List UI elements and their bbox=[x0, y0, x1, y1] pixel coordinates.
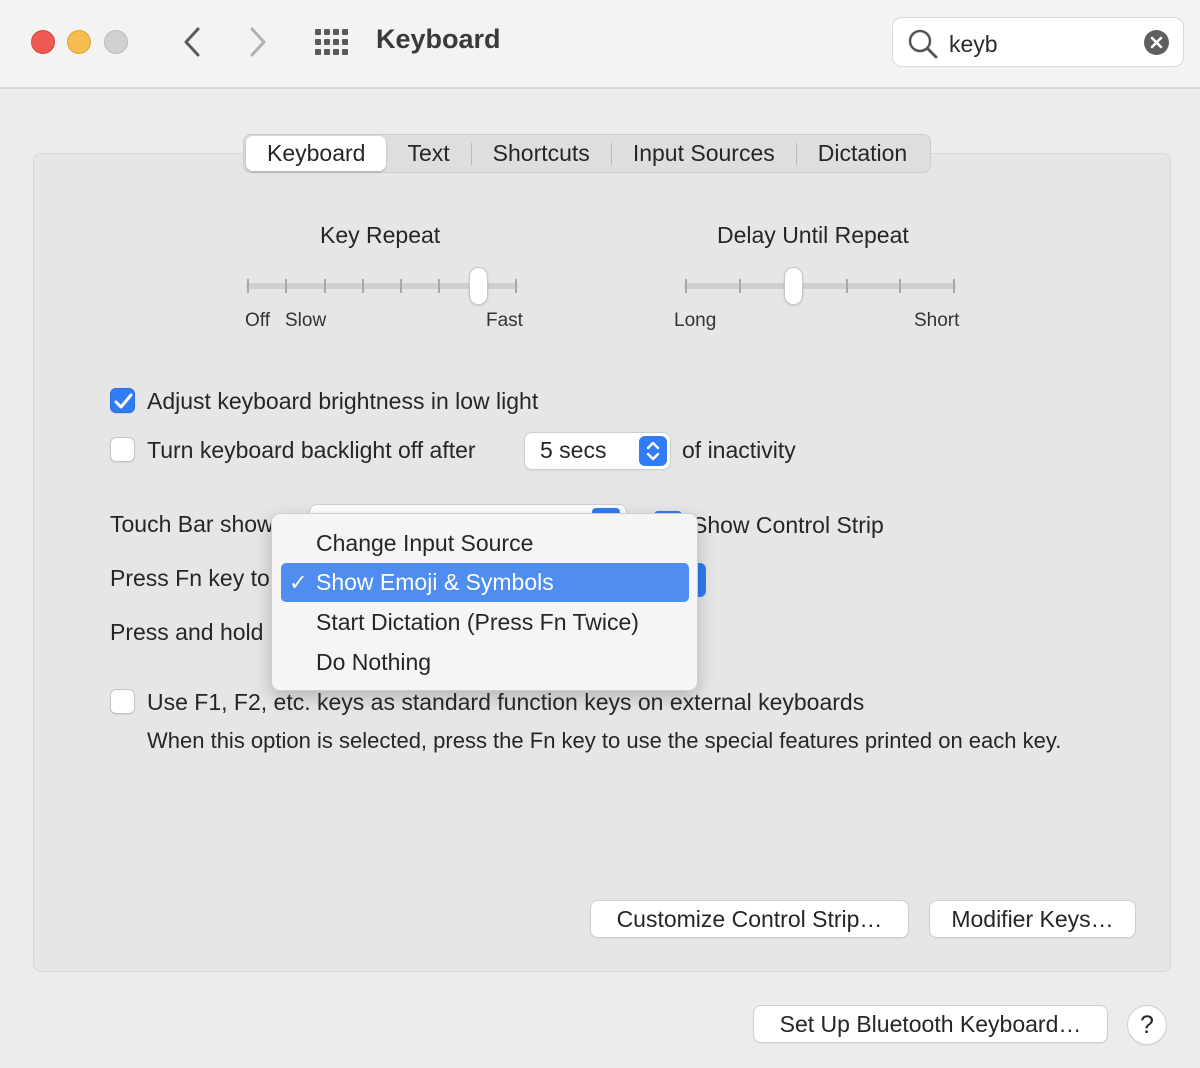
press-fn-key-label: Press Fn key to bbox=[110, 565, 270, 591]
clear-search-icon[interactable] bbox=[1144, 30, 1169, 55]
delay-until-repeat-track bbox=[684, 283, 956, 289]
function-keys-checkbox[interactable] bbox=[110, 689, 135, 714]
delay-until-repeat-tick bbox=[685, 279, 687, 293]
key-repeat-tick bbox=[247, 279, 249, 293]
delay-until-repeat-tick bbox=[845, 279, 848, 293]
back-button[interactable] bbox=[172, 22, 212, 62]
zoom-window-button[interactable] bbox=[104, 30, 128, 54]
tab-dictation[interactable]: Dictation bbox=[797, 136, 928, 171]
chevron-left-icon bbox=[184, 27, 200, 57]
show-all-preferences-button[interactable] bbox=[311, 24, 353, 60]
tab-input-sources[interactable]: Input Sources bbox=[612, 136, 796, 171]
customize-control-strip-button[interactable]: Customize Control Strip… bbox=[591, 901, 908, 937]
delay-until-repeat-knob[interactable] bbox=[785, 268, 803, 304]
menu-item-label: Show Emoji & Symbols bbox=[316, 569, 554, 595]
menu-item-do-nothing[interactable]: Do Nothing bbox=[281, 643, 689, 682]
close-window-button[interactable] bbox=[31, 30, 55, 54]
delay-until-repeat-title: Delay Until Repeat bbox=[717, 222, 909, 248]
popup-stepper bbox=[639, 436, 667, 466]
fn-key-action-menu: Change Input Source ✓ Show Emoji & Symbo… bbox=[271, 513, 698, 691]
key-repeat-knob[interactable] bbox=[469, 268, 487, 304]
menu-item-start-dictation[interactable]: Start Dictation (Press Fn Twice) bbox=[281, 603, 689, 642]
backlight-off-label: Turn keyboard backlight off after bbox=[147, 437, 476, 463]
key-repeat-slow-label: Slow bbox=[285, 310, 327, 331]
up-down-chevron-icon bbox=[646, 441, 660, 461]
search-icon bbox=[908, 29, 938, 59]
function-keys-label: Use F1, F2, etc. keys as standard functi… bbox=[147, 689, 865, 715]
title-bar: Keyboard keyb bbox=[0, 0, 1200, 89]
menu-item-show-emoji-symbols[interactable]: ✓ Show Emoji & Symbols bbox=[281, 563, 689, 602]
search-field[interactable]: keyb bbox=[892, 17, 1184, 67]
search-input[interactable]: keyb bbox=[949, 31, 998, 58]
function-keys-note: When this option is selected, press the … bbox=[147, 728, 1062, 753]
tab-keyboard[interactable]: Keyboard bbox=[246, 136, 387, 171]
chevron-right-icon bbox=[250, 27, 266, 57]
grid-icon bbox=[315, 29, 348, 55]
delay-until-repeat-tick bbox=[899, 279, 902, 293]
press-and-hold-label: Press and hold bbox=[110, 619, 264, 645]
key-repeat-tick bbox=[285, 279, 288, 293]
key-repeat-tick bbox=[515, 279, 517, 293]
minimize-window-button[interactable] bbox=[67, 30, 91, 54]
menu-item-change-input-source[interactable]: Change Input Source bbox=[281, 524, 689, 563]
delay-short-label: Short bbox=[914, 310, 960, 331]
backlight-timeout-popup[interactable]: 5 secs bbox=[525, 433, 670, 469]
modifier-keys-button[interactable]: Modifier Keys… bbox=[930, 901, 1135, 937]
checkmark-icon bbox=[114, 393, 133, 409]
delay-long-label: Long bbox=[674, 310, 717, 331]
delay-until-repeat-tick bbox=[953, 279, 955, 293]
touch-bar-shows-label: Touch Bar show bbox=[110, 511, 274, 537]
delay-until-repeat-tick bbox=[738, 279, 741, 293]
key-repeat-fast-label: Fast bbox=[486, 310, 523, 331]
forward-button[interactable] bbox=[238, 22, 278, 62]
checkmark-icon: ✓ bbox=[289, 570, 308, 595]
set-up-bluetooth-keyboard-button[interactable]: Set Up Bluetooth Keyboard… bbox=[754, 1006, 1107, 1042]
show-control-strip-label: Show Control Strip bbox=[692, 512, 884, 538]
tab-bar: Keyboard Text Shortcuts Input Sources Di… bbox=[243, 134, 932, 173]
adjust-brightness-label: Adjust keyboard brightness in low light bbox=[147, 388, 539, 414]
key-repeat-tick bbox=[438, 279, 441, 293]
adjust-brightness-checkbox[interactable] bbox=[110, 388, 135, 413]
tab-text[interactable]: Text bbox=[386, 136, 470, 171]
backlight-off-checkbox[interactable] bbox=[110, 437, 135, 462]
tab-shortcuts[interactable]: Shortcuts bbox=[472, 136, 611, 171]
key-repeat-title: Key Repeat bbox=[320, 222, 441, 248]
inactivity-label: of inactivity bbox=[682, 437, 796, 463]
key-repeat-tick bbox=[323, 279, 326, 293]
key-repeat-tick bbox=[400, 279, 403, 293]
menu-item-label: Start Dictation (Press Fn Twice) bbox=[316, 609, 639, 635]
menu-item-label: Change Input Source bbox=[316, 530, 534, 556]
key-repeat-tick bbox=[361, 279, 364, 293]
help-button[interactable]: ? bbox=[1128, 1006, 1166, 1044]
window-title: Keyboard bbox=[376, 24, 501, 54]
menu-item-label: Do Nothing bbox=[316, 649, 432, 675]
key-repeat-off-label: Off bbox=[245, 310, 270, 331]
backlight-timeout-value: 5 secs bbox=[540, 437, 607, 463]
